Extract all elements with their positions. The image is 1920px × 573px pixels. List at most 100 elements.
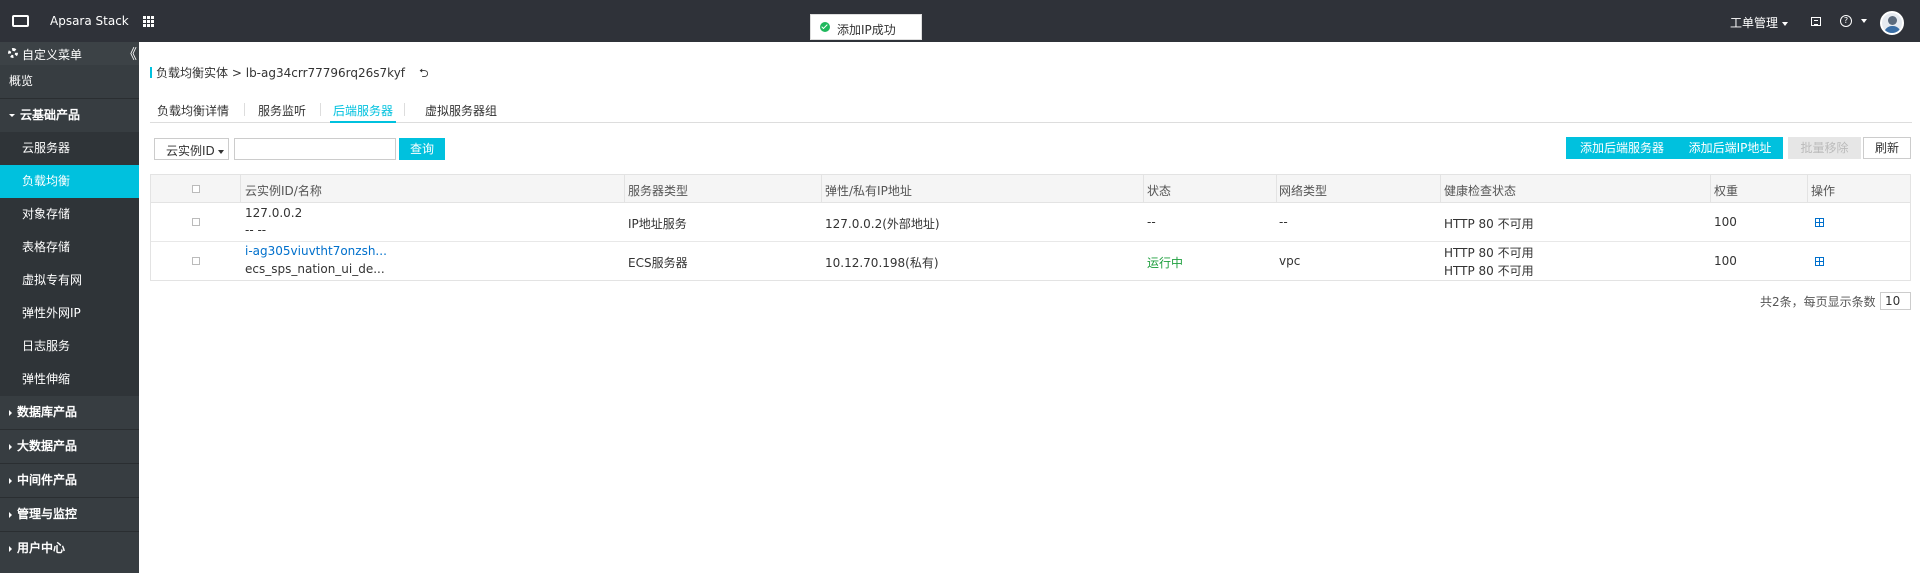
success-toast: 添加IP成功 (810, 14, 922, 40)
sidebar-category-bigdata[interactable]: 大数据产品 (0, 430, 139, 463)
caret-right-icon (9, 545, 12, 552)
sidebar-item-overview[interactable]: 概览 (0, 65, 139, 98)
help-icon[interactable]: ? (1840, 15, 1852, 27)
ip-address: 10.12.70.198(私有) (825, 256, 939, 270)
sidebar-item-ecs[interactable]: 云服务器 (0, 132, 139, 165)
sidebar-item-slb[interactable]: 负载均衡 (0, 165, 139, 198)
column-header: 服务器类型 (628, 184, 689, 198)
top-navbar: Apsara Stack 添加IP成功 工单管理 ? (0, 0, 1920, 42)
sidebar-category-label: 大数据产品 (17, 439, 78, 453)
table-row: 127.0.0.2 -- -- IP地址服务 127.0.0.2(外部地址) -… (151, 203, 1910, 242)
row-checkbox[interactable] (192, 257, 200, 265)
add-backend-server-button[interactable]: 添加后端服务器 (1566, 137, 1678, 159)
network-type: vpc (1279, 254, 1301, 268)
chevron-down-icon[interactable] (1861, 19, 1867, 23)
sidebar-category-label: 中间件产品 (17, 473, 78, 487)
collapse-sidebar-icon[interactable]: 《 (123, 44, 137, 64)
sidebar-category-database[interactable]: 数据库产品 (0, 396, 139, 429)
tab-bar: 负载均衡详情 服务监听 后端服务器 虚拟服务器组 (150, 100, 1912, 123)
sidebar-item-table-store[interactable]: 表格存储 (0, 231, 139, 264)
apps-grid-icon[interactable] (143, 16, 154, 27)
batch-remove-button[interactable]: 批量移除 (1788, 137, 1861, 159)
column-header: 弹性/私有IP地址 (825, 184, 912, 198)
check-circle-icon (820, 22, 830, 32)
caret-down-icon (9, 114, 15, 117)
ip-address: 127.0.0.2(外部地址) (825, 217, 940, 231)
sidebar-category-user-center[interactable]: 用户中心 (0, 532, 139, 565)
edit-operation-icon[interactable] (1815, 257, 1824, 266)
sidebar-item-eip[interactable]: 弹性外网IP (0, 297, 139, 330)
sidebar-item-oss[interactable]: 对象存储 (0, 198, 139, 231)
select-all-checkbox[interactable] (192, 185, 200, 193)
sidebar: 自定义菜单 《 概览 云基础产品 云服务器 负载均衡 对象存储 表格存储 虚拟专… (0, 42, 139, 573)
user-avatar[interactable] (1880, 11, 1904, 35)
ticket-menu-label: 工单管理 (1730, 16, 1779, 30)
brand-title[interactable]: Apsara Stack (50, 14, 129, 28)
row-checkbox[interactable] (192, 218, 200, 226)
breadcrumb-separator: > (231, 66, 242, 80)
page-size-select[interactable]: 10 (1880, 292, 1911, 310)
page-size-value: 10 (1885, 294, 1901, 308)
sidebar-category-middleware[interactable]: 中间件产品 (0, 464, 139, 497)
filter-select-label: 云实例ID (166, 144, 215, 158)
search-input[interactable] (234, 138, 396, 160)
status-running: 运行中 (1147, 256, 1184, 270)
column-header: 权重 (1714, 184, 1739, 198)
tab-listeners[interactable]: 服务监听 (258, 102, 306, 123)
sidebar-category-label: 管理与监控 (17, 507, 78, 521)
caret-right-icon (9, 511, 12, 518)
server-type: ECS服务器 (628, 256, 688, 270)
back-icon[interactable]: ⮌ (419, 64, 429, 85)
instance-name: ecs_sps_nation_ui_de... (245, 262, 385, 276)
custom-menu-label[interactable]: 自定义菜单 (22, 46, 82, 63)
breadcrumb: 负载均衡实体 > lb-ag34crr77796rq26s7kyf ⮌ (150, 64, 429, 85)
weight: 100 (1714, 215, 1737, 229)
apsara-logo-icon[interactable] (12, 15, 29, 27)
toast-message: 添加IP成功 (837, 23, 896, 37)
query-button[interactable]: 查询 (399, 138, 445, 160)
chevron-down-icon (1782, 21, 1789, 26)
table-header: 云实例ID/名称 服务器类型 弹性/私有IP地址 状态 网络类型 健康检查状态 … (151, 175, 1910, 203)
sidebar-category-management[interactable]: 管理与监控 (0, 498, 139, 531)
breadcrumb-parent[interactable]: 负载均衡实体 (156, 66, 228, 80)
breadcrumb-marker (150, 67, 152, 78)
server-type: IP地址服务 (628, 217, 687, 231)
instance-name: -- -- (245, 223, 267, 237)
breadcrumb-current: lb-ag34crr77796rq26s7kyf (245, 66, 406, 80)
sidebar-item-auto-scaling[interactable]: 弹性伸缩 (0, 363, 139, 396)
instance-id: 127.0.0.2 (245, 206, 303, 220)
sidebar-item-vpc[interactable]: 虚拟专有网 (0, 264, 139, 297)
refresh-button[interactable]: 刷新 (1863, 137, 1911, 159)
pagination-summary: 共2条，每页显示条数 (1760, 295, 1876, 309)
instance-id-link[interactable]: i-ag305viuvtht7onzsh... (245, 244, 387, 258)
caret-right-icon (9, 409, 12, 416)
sidebar-category-label: 数据库产品 (17, 405, 78, 419)
health-status: HTTP 80 不可用 (1444, 264, 1534, 278)
caret-right-icon (9, 477, 12, 484)
chevron-down-icon (217, 149, 224, 154)
message-icon[interactable] (1811, 17, 1821, 26)
instance-filter-select[interactable]: 云实例ID (154, 138, 229, 160)
health-status: HTTP 80 不可用 (1444, 246, 1534, 260)
table-row: i-ag305viuvtht7onzsh... ecs_sps_nation_u… (151, 242, 1910, 281)
tab-backend-servers[interactable]: 后端服务器 (330, 102, 397, 123)
add-backend-ip-button[interactable]: 添加后端IP地址 (1677, 137, 1783, 159)
sidebar-category-cloud-basic[interactable]: 云基础产品 (0, 99, 139, 132)
sidebar-item-log-service[interactable]: 日志服务 (0, 330, 139, 363)
edit-operation-icon[interactable] (1815, 218, 1824, 227)
column-header: 操作 (1811, 184, 1836, 198)
caret-right-icon (9, 443, 12, 450)
health-status: HTTP 80 不可用 (1444, 217, 1534, 231)
tab-vserver-groups[interactable]: 虚拟服务器组 (425, 102, 497, 123)
status: -- (1147, 215, 1156, 229)
ticket-menu[interactable]: 工单管理 (1730, 14, 1789, 31)
column-header: 状态 (1147, 184, 1172, 198)
network-type: -- (1279, 215, 1288, 229)
tab-lb-details[interactable]: 负载均衡详情 (157, 102, 229, 123)
sidebar-header: 自定义菜单 《 (0, 42, 139, 65)
column-header: 网络类型 (1279, 184, 1328, 198)
gear-icon[interactable] (8, 48, 18, 58)
column-header: 云实例ID/名称 (245, 184, 322, 198)
sidebar-category-label: 云基础产品 (20, 108, 81, 122)
weight: 100 (1714, 254, 1737, 268)
